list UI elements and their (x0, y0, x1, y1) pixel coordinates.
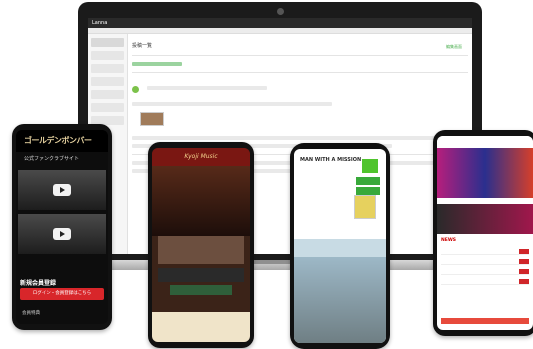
photo-sky (294, 239, 386, 257)
logo-text: ゴールデンボンバー (24, 136, 92, 145)
sidebar-item[interactable] (91, 90, 124, 99)
artist-hero-image (152, 166, 250, 236)
news-item[interactable] (441, 279, 529, 285)
hero-banner[interactable] (437, 148, 533, 198)
album-cover[interactable] (354, 195, 376, 219)
menu-button[interactable] (362, 159, 378, 173)
band-logo[interactable]: MAN WITH A MISSION (300, 157, 361, 163)
user-avatar (132, 86, 139, 93)
sidebar-item[interactable] (91, 77, 124, 86)
footer-bar (441, 318, 529, 324)
filter-row[interactable] (132, 62, 182, 66)
address-bar (88, 28, 472, 34)
video-thumbnail[interactable] (18, 214, 106, 254)
band-title: Kyoji Music (152, 148, 250, 166)
phone-golden-bomber: ゴールデンボンバー 公式ファンクラブサイト 新規会員登録 ログイン・会員登録はこ… (12, 124, 112, 330)
site-header[interactable] (437, 136, 533, 148)
news-item[interactable] (441, 259, 529, 265)
sidebar-item[interactable] (91, 103, 124, 112)
info-panel (152, 312, 250, 342)
laptop-lid: Lanna 投稿一覧 編集画面 (78, 2, 482, 260)
laptop-screen: Lanna 投稿一覧 編集画面 (88, 18, 472, 254)
page-title: 投稿一覧 (132, 43, 153, 49)
sidebar-item[interactable] (91, 38, 124, 47)
green-nav-button[interactable] (356, 177, 380, 185)
artwork-frame (158, 236, 244, 264)
benefits-link[interactable]: 会員特典 (22, 310, 40, 316)
phone-screen: Kyoji Music (152, 148, 250, 342)
play-icon[interactable] (53, 184, 71, 196)
banner-strip[interactable] (158, 268, 244, 282)
phone-news-site: NEWS (433, 130, 533, 336)
info-lines (152, 312, 250, 325)
cta-banner[interactable] (170, 285, 232, 295)
site-logo[interactable]: ゴールデンボンバー (16, 130, 108, 152)
news-item[interactable] (441, 269, 529, 275)
camera-icon (277, 8, 284, 15)
sidebar-item[interactable] (91, 51, 124, 60)
divider (132, 72, 468, 73)
site-subtitle: 公式ファンクラブサイト (24, 156, 80, 162)
phone-screen: ゴールデンボンバー 公式ファンクラブサイト 新規会員登録 ログイン・会員登録はこ… (16, 130, 108, 324)
product-mockup-stage: Lanna 投稿一覧 編集画面 ゴールデンボンバー 公式ファンクラブサイト 新規… (0, 0, 533, 349)
laptop-mockup: Lanna 投稿一覧 編集画面 (70, 2, 490, 272)
news-item[interactable] (441, 249, 529, 255)
join-button[interactable]: ログイン・会員登録はこちら (20, 288, 104, 300)
phone-kyoji: Kyoji Music (148, 142, 254, 348)
post-line (147, 86, 268, 90)
news-heading: NEWS (441, 238, 457, 243)
band-photo (294, 257, 386, 343)
post-thumbnail[interactable] (140, 112, 164, 126)
divider (132, 55, 468, 56)
post-entry[interactable] (132, 79, 468, 98)
app-title: Lanna (92, 20, 108, 26)
sidebar-item[interactable] (91, 64, 124, 73)
green-nav-button[interactable] (356, 187, 380, 195)
laptop-base (70, 260, 490, 270)
post-line (132, 136, 468, 140)
post-line (132, 102, 332, 106)
app-titlebar: Lanna (88, 18, 472, 28)
video-thumbnail[interactable] (18, 170, 106, 210)
secondary-banner[interactable] (437, 204, 533, 234)
edit-link[interactable]: 編集画面 (446, 44, 462, 50)
play-icon[interactable] (53, 228, 71, 240)
phone-screen: NEWS (437, 136, 533, 330)
phone-mwam: MAN WITH A MISSION (290, 143, 390, 349)
phone-screen: MAN WITH A MISSION (294, 149, 386, 343)
